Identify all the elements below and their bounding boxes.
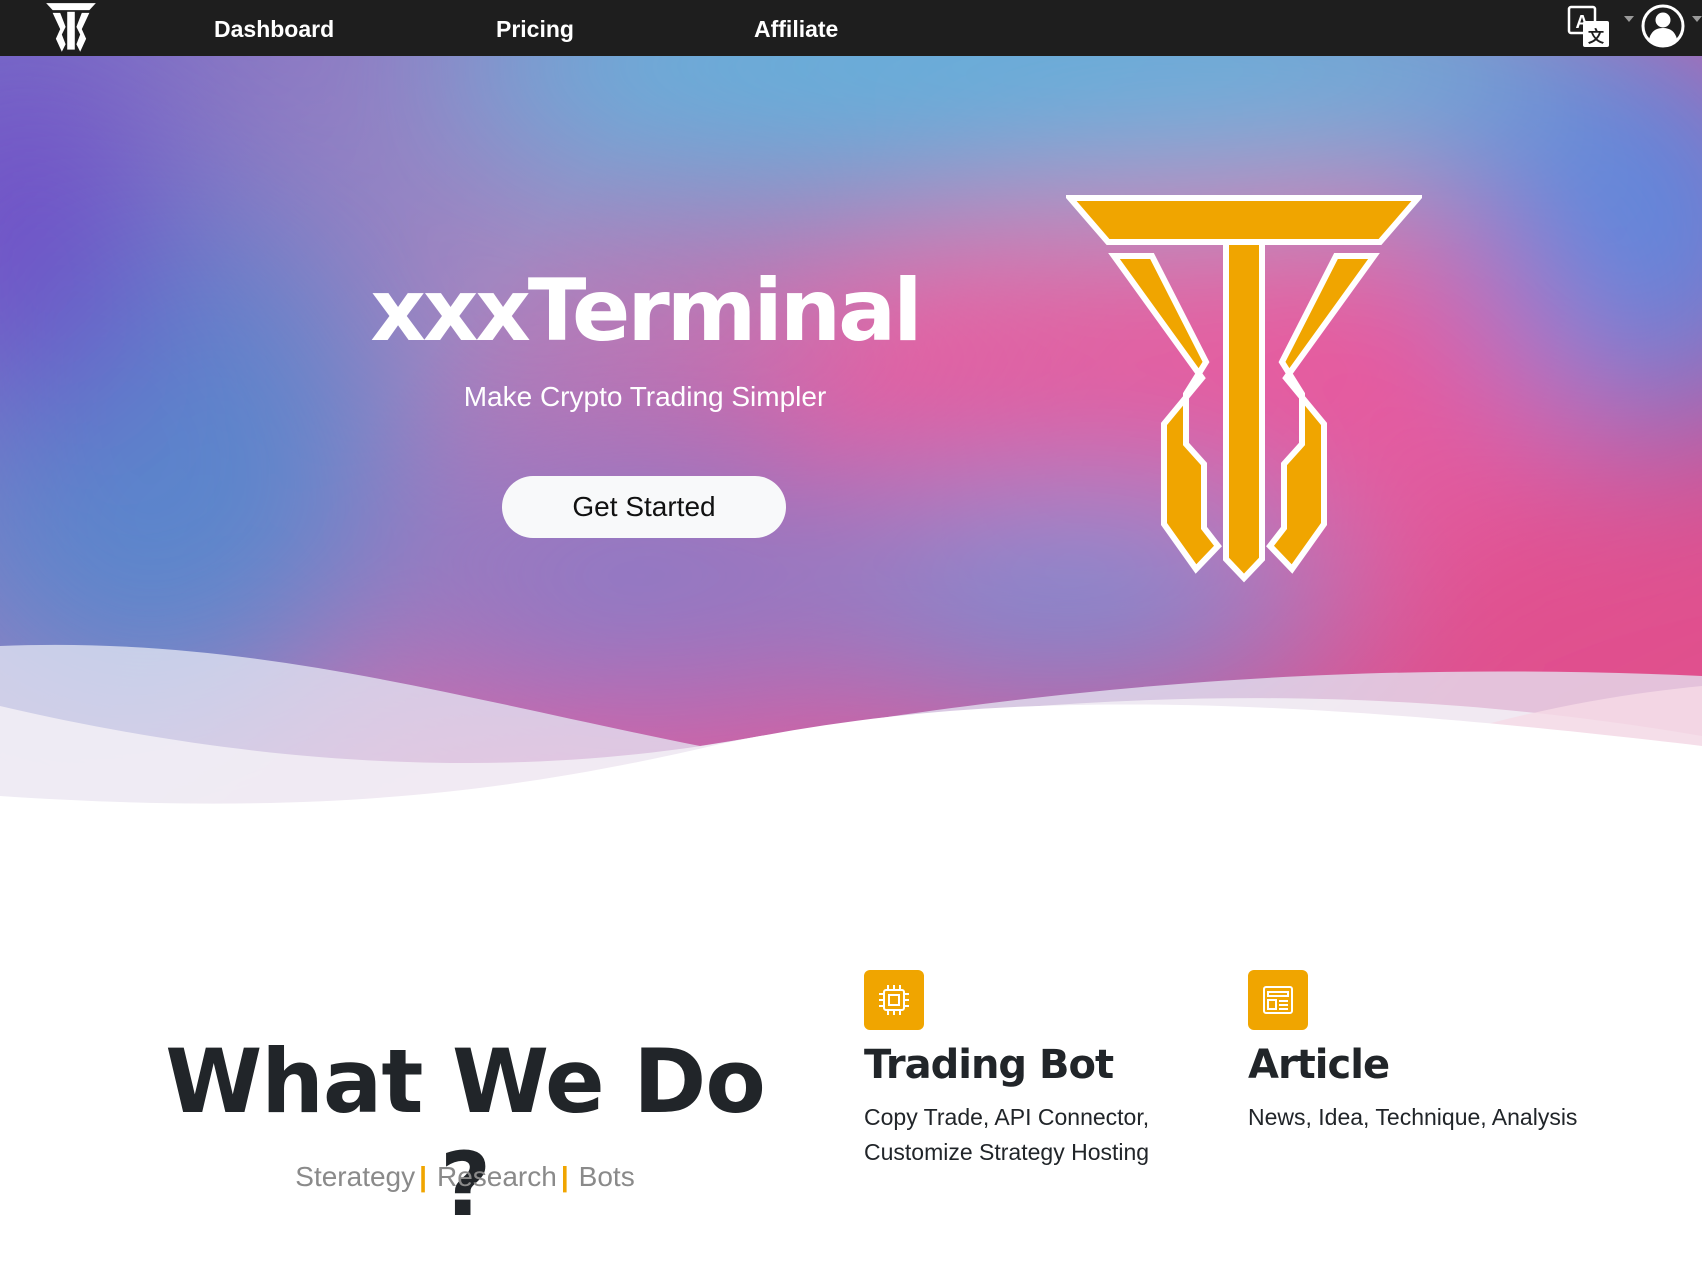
service-description: News, Idea, Technique, Analysis bbox=[1248, 1100, 1577, 1135]
cpu-chip-icon bbox=[864, 970, 924, 1030]
language-caret-icon[interactable] bbox=[1624, 16, 1634, 22]
service-description: Copy Trade, API Connector, Customize Str… bbox=[864, 1100, 1149, 1170]
tag-bots: Bots bbox=[578, 1161, 635, 1192]
tag-strategy: Sterategy bbox=[295, 1161, 416, 1192]
tag-research: Research bbox=[436, 1161, 557, 1192]
brand-logo-icon[interactable] bbox=[44, 1, 98, 55]
user-caret-icon[interactable] bbox=[1692, 16, 1702, 22]
user-account-icon[interactable] bbox=[1640, 3, 1686, 49]
hero-bottom-waves bbox=[0, 644, 1702, 816]
nav-link-dashboard[interactable]: Dashboard bbox=[214, 16, 334, 43]
nav-link-affiliate[interactable]: Affiliate bbox=[754, 16, 838, 43]
what-we-do-heading: What We Do ? bbox=[165, 1030, 766, 1236]
what-we-do-tags: Sterategy | Research | Bots bbox=[140, 1161, 790, 1193]
service-title: Trading Bot bbox=[864, 1042, 1114, 1088]
top-navbar: Dashboard Pricing Affiliate A 文 bbox=[0, 0, 1702, 56]
newspaper-icon bbox=[1248, 970, 1308, 1030]
service-desc-line: Copy Trade, API Connector, bbox=[864, 1104, 1150, 1130]
svg-text:文: 文 bbox=[1588, 27, 1605, 46]
service-desc-line: News, Idea, Technique, Analysis bbox=[1248, 1104, 1578, 1130]
translate-icon[interactable]: A 文 bbox=[1566, 4, 1612, 50]
hero-section: xxxTerminal Make Crypto Trading Simpler … bbox=[0, 56, 1702, 816]
service-trading-bot: Trading Bot Copy Trade, API Connector, C… bbox=[864, 970, 1149, 1170]
service-article: Article News, Idea, Technique, Analysis bbox=[1248, 970, 1577, 1135]
tag-separator: | bbox=[419, 1161, 427, 1192]
tag-separator: | bbox=[560, 1161, 569, 1192]
service-desc-line: Customize Strategy Hosting bbox=[864, 1139, 1150, 1165]
nav-link-pricing[interactable]: Pricing bbox=[496, 16, 574, 43]
service-title: Article bbox=[1248, 1042, 1390, 1088]
